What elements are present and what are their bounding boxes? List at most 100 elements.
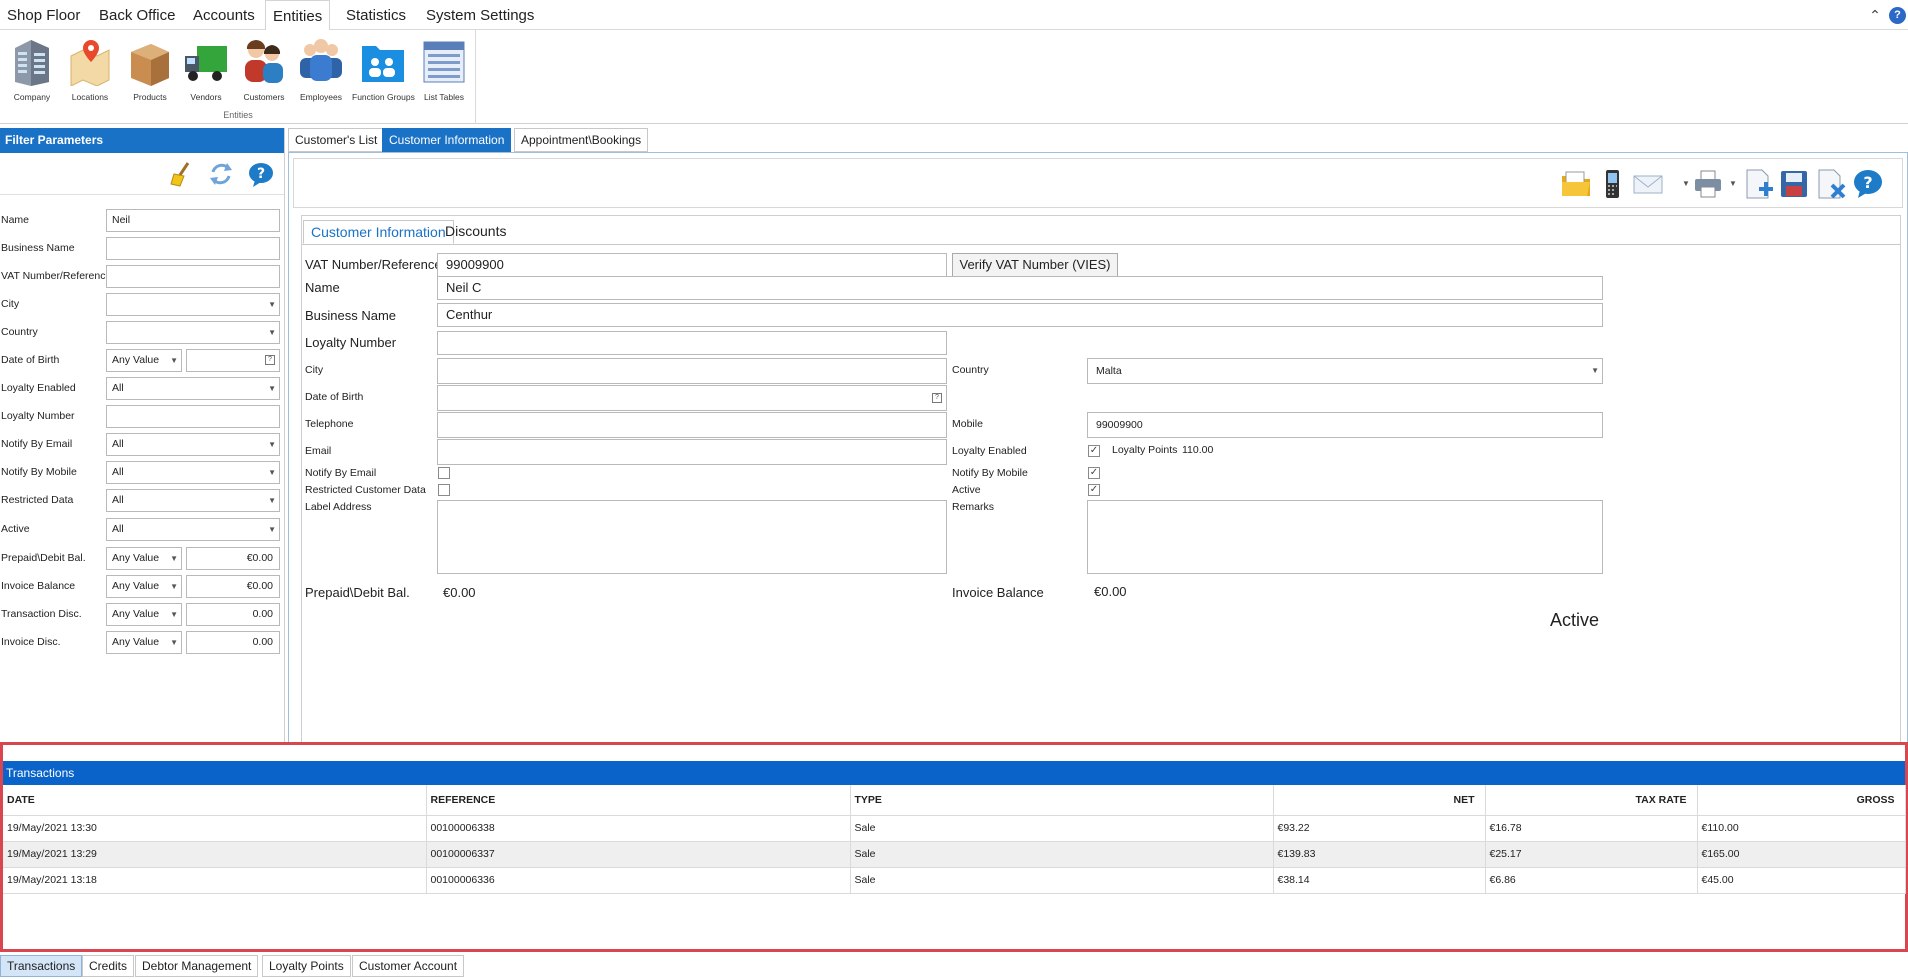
telephone-input[interactable] [437, 412, 947, 438]
tab-customer-information[interactable]: Customer Information [382, 128, 512, 152]
column-header-tax-rate[interactable]: TAX RATE [1485, 785, 1698, 816]
ribbon-button-employees[interactable]: Employees [295, 34, 347, 104]
filter-invoice-balance-op-select[interactable]: Any Value ▼ [106, 575, 182, 598]
verify-vat-button[interactable]: Verify VAT Number (VIES) [952, 253, 1118, 277]
dob-label: Date of Birth [305, 391, 364, 403]
tab-inner-discounts[interactable]: Discounts [438, 220, 513, 244]
help-icon[interactable]: ? [1889, 6, 1906, 24]
column-header-reference[interactable]: REFERENCE [426, 785, 851, 816]
filter-label: Prepaid\Debit Bal. [1, 552, 86, 564]
tab-appointment-bookings[interactable]: Appointment\Bookings [514, 128, 649, 152]
calendar-icon[interactable]: ? [932, 393, 942, 403]
loyalty-enabled-checkbox[interactable]: ✓ [1088, 445, 1100, 457]
filter-row-invoice-disc: Invoice Disc. Any Value ▼ 0.00 [0, 630, 283, 656]
business-name-input[interactable]: Centhur [437, 303, 1603, 327]
menu-tab-shop-floor[interactable]: Shop Floor [0, 0, 87, 31]
tab-debtor-management[interactable]: Debtor Management [135, 955, 259, 977]
filter-country-select[interactable]: ▼ [106, 321, 280, 344]
filter-transaction-disc-input[interactable]: 0.00 [186, 603, 280, 626]
dob-input[interactable]: ? [437, 385, 947, 411]
print-icon[interactable] [1692, 168, 1724, 200]
column-header-net[interactable]: NET [1273, 785, 1486, 816]
label-address-textarea[interactable] [437, 500, 947, 574]
filter-prepaid-input[interactable]: €0.00 [186, 547, 280, 570]
filter-invoice-disc-op-select[interactable]: Any Value ▼ [106, 631, 182, 654]
cell-net: €93.22 [1273, 815, 1486, 842]
filter-invoice-disc-input[interactable]: 0.00 [186, 631, 280, 654]
filter-transaction-disc-op-select[interactable]: Any Value ▼ [106, 603, 182, 626]
calendar-icon[interactable]: ? [265, 355, 275, 365]
country-select[interactable]: Malta ▼ [1087, 358, 1603, 384]
table-row[interactable]: 19/May/2021 13:30 00100006338 Sale €93.2… [3, 815, 1906, 842]
save-icon[interactable] [1778, 168, 1810, 200]
city-input[interactable] [437, 358, 947, 384]
filter-notify-mobile-select[interactable]: All ▼ [106, 461, 280, 484]
column-header-date[interactable]: DATE [3, 785, 427, 816]
ribbon-button-vendors[interactable]: Vendors [180, 34, 232, 104]
remarks-textarea[interactable] [1087, 500, 1603, 574]
new-record-icon[interactable] [1742, 168, 1774, 200]
restricted-data-checkbox[interactable] [438, 484, 450, 496]
ribbon-button-list-tables[interactable]: List Tables [418, 34, 470, 104]
filter-city-select[interactable]: ▼ [106, 293, 280, 316]
print-dropdown-arrow-icon[interactable]: ▼ [1729, 179, 1737, 188]
filter-dob-op-select[interactable]: Any Value ▼ [106, 349, 182, 372]
refresh-icon[interactable] [207, 160, 235, 188]
filter-dob-date-input[interactable]: ? [186, 349, 280, 372]
filter-business-name-input[interactable] [106, 237, 280, 260]
table-row[interactable]: 19/May/2021 13:18 00100006336 Sale €38.1… [3, 867, 1906, 894]
tab-credits[interactable]: Credits [82, 955, 135, 977]
menu-tab-entities[interactable]: Entities [265, 0, 331, 31]
tab-inner-customer-information[interactable]: Customer Information [303, 220, 454, 244]
tab-transactions[interactable]: Transactions [0, 955, 83, 977]
filter-prepaid-op-value: Any Value [112, 552, 160, 564]
notify-mobile-checkbox[interactable]: ✓ [1088, 467, 1100, 479]
email-dropdown-arrow-icon[interactable]: ▼ [1682, 179, 1690, 188]
filter-invoice-balance-input[interactable]: €0.00 [186, 575, 280, 598]
menu-tab-system-settings[interactable]: System Settings [419, 0, 541, 31]
help-question-icon[interactable]: ? [1852, 168, 1884, 200]
filter-vat-input[interactable] [106, 265, 280, 288]
open-folder-icon[interactable] [1560, 168, 1592, 200]
filter-label: Notify By Mobile [1, 466, 77, 478]
filter-label: Invoice Balance [1, 580, 76, 592]
menu-tab-accounts[interactable]: Accounts [186, 0, 262, 31]
mobile-phone-icon[interactable] [1596, 168, 1628, 200]
loyalty-number-input[interactable] [437, 331, 947, 355]
tab-customers-list[interactable]: Customer's List [288, 128, 385, 152]
filter-row-notify-mobile: Notify By Mobile All ▼ [0, 460, 283, 486]
table-row[interactable]: 19/May/2021 13:29 00100006337 Sale €139.… [3, 841, 1906, 868]
notify-email-checkbox[interactable] [438, 467, 450, 479]
filter-prepaid-op-select[interactable]: Any Value ▼ [106, 547, 182, 570]
column-header-type[interactable]: TYPE [850, 785, 1274, 816]
tab-customer-account[interactable]: Customer Account [352, 955, 465, 977]
filter-loyalty-number-input[interactable] [106, 405, 280, 428]
filter-active-select[interactable]: All ▼ [106, 518, 280, 541]
email-icon[interactable] [1632, 168, 1664, 200]
menu-tab-statistics[interactable]: Statistics [339, 0, 413, 31]
tab-loyalty-points[interactable]: Loyalty Points [262, 955, 351, 977]
name-input[interactable]: Neil C [437, 276, 1603, 300]
filter-loyalty-enabled-select[interactable]: All ▼ [106, 377, 280, 400]
column-header-gross[interactable]: GROSS [1697, 785, 1906, 816]
ribbon-button-products[interactable]: Products [124, 34, 176, 104]
ribbon-button-customers[interactable]: Customers [238, 34, 290, 104]
dropdown-arrow-icon: ▼ [268, 384, 276, 393]
vat-input[interactable]: 99009900 [437, 253, 947, 277]
collapse-ribbon-icon[interactable]: ⌃ [1867, 7, 1883, 23]
filter-restricted-data-select[interactable]: All ▼ [106, 489, 280, 512]
filter-notify-email-select[interactable]: All ▼ [106, 433, 280, 456]
email-input[interactable] [437, 439, 947, 465]
ribbon-button-company[interactable]: Company [6, 34, 58, 104]
help-question-icon[interactable]: ? [247, 160, 275, 188]
menu-tab-back-office[interactable]: Back Office [92, 0, 182, 31]
delete-record-icon[interactable] [1814, 168, 1846, 200]
mobile-input[interactable]: 99009900 [1087, 412, 1603, 438]
cell-type: Sale [850, 867, 1274, 894]
ribbon-button-function-groups[interactable]: Function Groups [352, 34, 415, 104]
cell-reference: 00100006336 [426, 867, 851, 894]
clear-broom-icon[interactable] [168, 160, 196, 188]
filter-name-input[interactable]: Neil [106, 209, 280, 232]
active-checkbox[interactable]: ✓ [1088, 484, 1100, 496]
ribbon-button-locations[interactable]: Locations [64, 34, 116, 104]
